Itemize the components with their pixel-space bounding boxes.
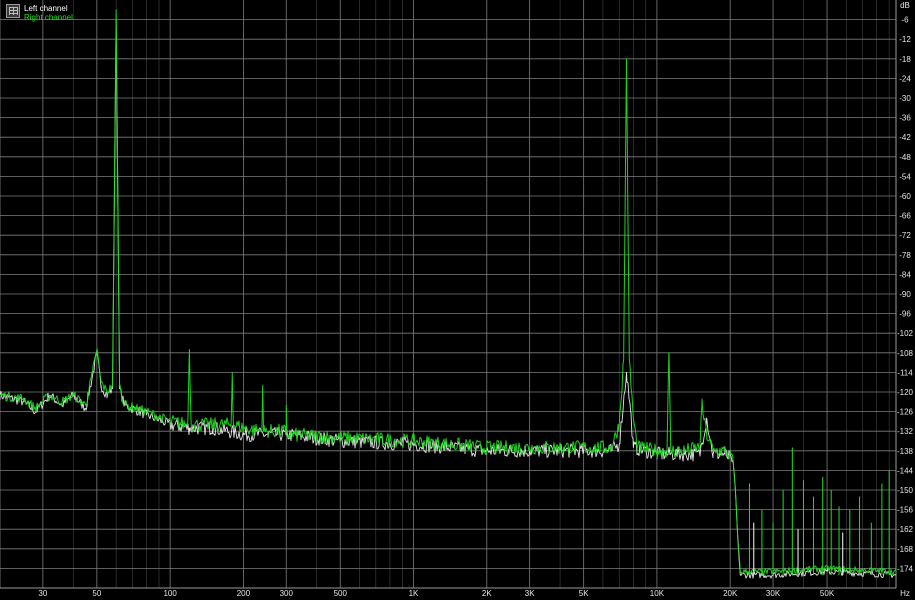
x-tick-label: 50 (92, 589, 101, 598)
y-tick-label: -66 (899, 212, 911, 221)
y-tick-label: -102 (897, 329, 914, 338)
x-unit-label: Hz (900, 589, 910, 598)
major-grid (0, 0, 897, 589)
y-axis-tick-labels: -6 -12 -18 -24 -30 -36 -42 -48 -54 -60 -66 -72 -78 -8… (897, 16, 914, 574)
x-tick-label: 5K (579, 589, 589, 598)
y-tick-label: -144 (897, 466, 914, 475)
x-tick-label: 2K (482, 589, 492, 598)
series-left-channel (0, 19, 897, 579)
x-tick-label: 1K (409, 589, 419, 598)
y-tick-label: -60 (899, 192, 911, 201)
x-tick-label: 300 (280, 589, 294, 598)
legend-item-left-channel[interactable]: Left channel (24, 4, 73, 13)
x-tick-label: 50K (820, 589, 835, 598)
legend: Left channel Right channel (6, 4, 73, 22)
legend-entries: Left channel Right channel (24, 4, 73, 22)
x-tick-label: 3K (525, 589, 535, 598)
y-tick-label: -54 (899, 172, 911, 181)
y-tick-label: -36 (899, 114, 911, 123)
y-tick-label: -168 (897, 545, 914, 554)
x-tick-label: 200 (237, 589, 251, 598)
y-tick-label: -30 (899, 94, 911, 103)
y-tick-label: -42 (899, 133, 911, 142)
y-tick-label: -156 (897, 506, 914, 515)
y-tick-label: -150 (897, 486, 914, 495)
y-tick-label: -162 (897, 525, 914, 534)
y-tick-label: -96 (899, 310, 911, 319)
y-tick-label: -120 (897, 388, 914, 397)
chart-settings-icon[interactable] (6, 4, 20, 18)
y-tick-label: -108 (897, 349, 914, 358)
y-tick-label: -78 (899, 251, 911, 260)
y-tick-label: -6 (901, 16, 909, 25)
x-axis-tick-labels: 30 50 100 200 300 500 1K 2K 3K 5K 10K 20K 30K 50K (38, 589, 834, 598)
x-tick-label: 10K (650, 589, 665, 598)
spectrum-plot: -6 -12 -18 -24 -30 -36 -42 -48 -54 -60 -66 -72 -78 -8… (0, 0, 914, 598)
y-tick-label: -12 (899, 35, 911, 44)
x-tick-label: 30K (766, 589, 781, 598)
x-tick-label: 500 (334, 589, 348, 598)
y-unit-label: dB (900, 1, 910, 10)
y-tick-label: -84 (899, 270, 911, 279)
y-tick-label: -138 (897, 447, 914, 456)
x-tick-label: 30 (38, 589, 47, 598)
y-tick-label: -24 (899, 74, 911, 83)
y-tick-label: -174 (897, 564, 914, 573)
y-tick-label: -18 (899, 55, 911, 64)
y-tick-label: -72 (899, 231, 911, 240)
y-tick-label: -126 (897, 408, 914, 417)
y-tick-label: -114 (897, 368, 913, 377)
x-tick-label: 100 (163, 589, 177, 598)
legend-item-right-channel[interactable]: Right channel (24, 13, 73, 22)
x-tick-label: 20K (723, 589, 738, 598)
y-tick-label: -48 (899, 153, 911, 162)
y-tick-label: -132 (897, 427, 914, 436)
y-tick-label: -90 (899, 290, 911, 299)
